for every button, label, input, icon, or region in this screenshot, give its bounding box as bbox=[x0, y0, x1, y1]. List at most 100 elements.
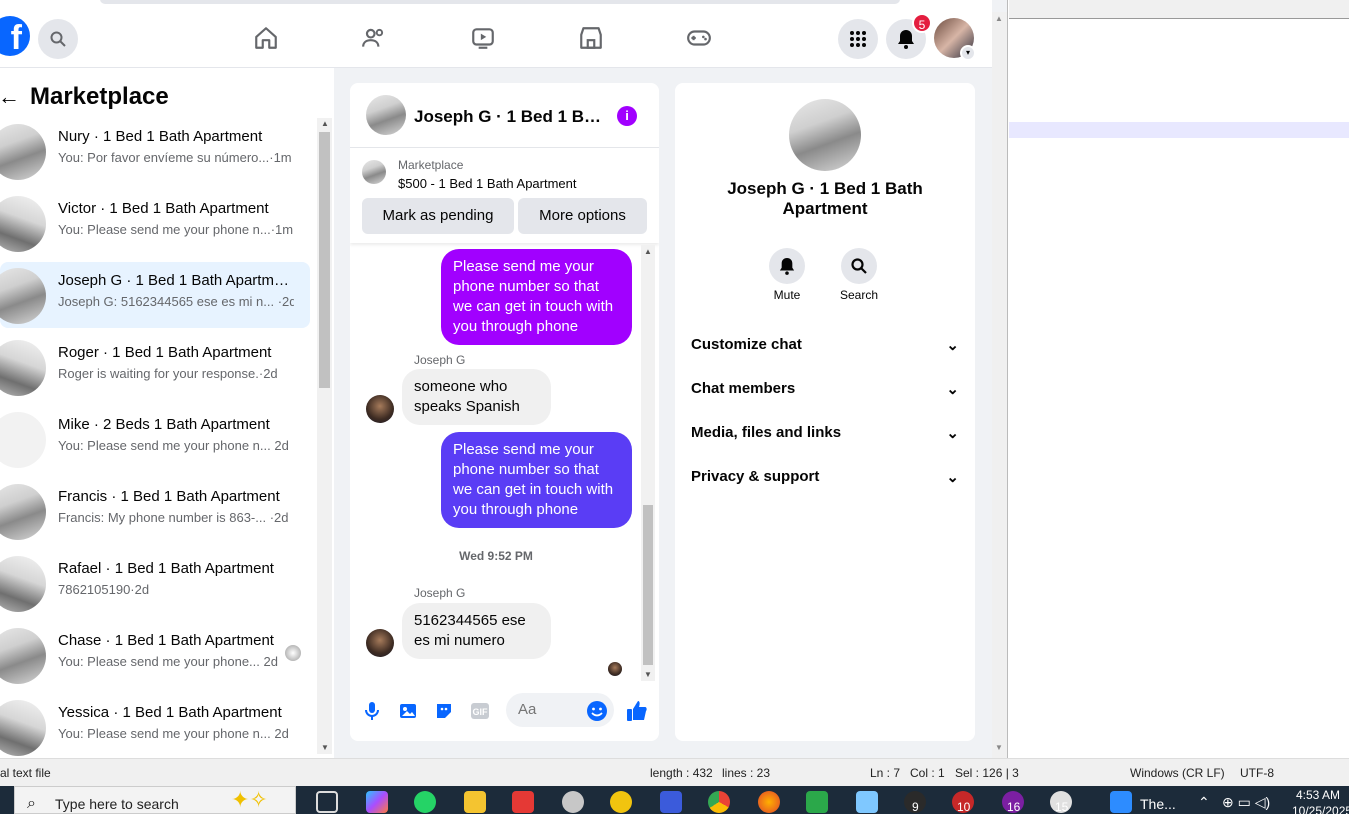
marketplace-icon[interactable] bbox=[577, 24, 605, 52]
friends-icon[interactable] bbox=[360, 24, 388, 52]
conversation-item[interactable]: Roger · 1 Bed 1 Bath Apartment Roger is … bbox=[0, 334, 310, 400]
conversation-name: Yessica · 1 Bed 1 Bath Apartment bbox=[58, 704, 282, 721]
mark-pending-button[interactable]: Mark as pending bbox=[362, 198, 514, 234]
conversation-name: Francis · 1 Bed 1 Bath Apartment bbox=[58, 488, 280, 505]
incoming-message[interactable]: 5162344565 ese es mi numero bbox=[402, 603, 551, 659]
back-arrow-icon[interactable]: ← bbox=[0, 84, 20, 110]
excel-icon[interactable] bbox=[806, 791, 828, 813]
conversation-preview: 7862105190·2d bbox=[58, 582, 150, 597]
file-explorer-icon[interactable] bbox=[464, 791, 486, 813]
conversation-preview: You: Please send me your phone... 2d bbox=[58, 654, 278, 669]
sticker-icon[interactable] bbox=[433, 700, 455, 722]
sidebar-scrollbar-thumb[interactable] bbox=[319, 132, 330, 388]
selection-info: Sel : 126 | 3 bbox=[955, 766, 1019, 780]
listing-price[interactable]: $500 - 1 Bed 1 Bath Apartment bbox=[398, 176, 577, 191]
conversation-item[interactable]: Yessica · 1 Bed 1 Bath Apartment You: Pl… bbox=[0, 694, 310, 758]
listing-thumbnail bbox=[0, 124, 46, 180]
mute-button[interactable]: Mute bbox=[757, 248, 817, 302]
section-chat-members[interactable]: Chat members ⌄ bbox=[691, 380, 959, 404]
section-label: Customize chat bbox=[691, 336, 802, 353]
app-icon[interactable] bbox=[562, 791, 584, 813]
chevron-down-icon[interactable]: ▾ bbox=[960, 45, 976, 61]
clock-date[interactable]: 10/25/2025 bbox=[1292, 804, 1349, 818]
conversation-item[interactable]: Chase · 1 Bed 1 Bath Apartment You: Plea… bbox=[0, 622, 310, 688]
conversation-name: Nury · 1 Bed 1 Bath Apartment bbox=[58, 128, 263, 145]
marketplace-sidebar: ← Marketplace Nury · 1 Bed 1 Bath Apartm… bbox=[0, 68, 334, 758]
info-icon[interactable]: i bbox=[617, 106, 637, 126]
section-label: Privacy & support bbox=[691, 468, 820, 485]
encoding[interactable]: UTF-8 bbox=[1240, 766, 1274, 780]
microphone-icon[interactable] bbox=[361, 700, 383, 722]
bell-icon bbox=[779, 258, 795, 275]
gaming-icon[interactable] bbox=[685, 24, 713, 52]
section-label: Media, files and links bbox=[691, 424, 842, 441]
more-options-button[interactable]: More options bbox=[518, 198, 647, 234]
chat-scrollbar-thumb[interactable] bbox=[643, 505, 653, 665]
whatsapp-icon[interactable] bbox=[414, 791, 436, 813]
conversation-item[interactable]: Nury · 1 Bed 1 Bath Apartment You: Por f… bbox=[0, 118, 310, 184]
firefox-icon[interactable] bbox=[758, 791, 780, 813]
facebook-logo[interactable]: f bbox=[0, 16, 30, 57]
listing-thumbnail bbox=[0, 196, 46, 252]
clock-time[interactable]: 4:53 AM bbox=[1296, 788, 1340, 802]
chat-avatar-large bbox=[789, 99, 861, 171]
svg-text:GIF: GIF bbox=[473, 707, 489, 717]
sparkle-icon: ✦✧ bbox=[231, 787, 268, 812]
window-scrollbar[interactable]: ▲ ▼ bbox=[992, 12, 1007, 758]
conversation-item-active[interactable]: Joseph G · 1 Bed 1 Bath Apartme... Josep… bbox=[0, 262, 310, 328]
editor-tabbar bbox=[1009, 0, 1349, 18]
listing-thumbnail[interactable] bbox=[362, 160, 386, 184]
emoji-icon[interactable] bbox=[586, 700, 608, 722]
home-icon[interactable] bbox=[252, 24, 280, 52]
notepad-icon[interactable] bbox=[856, 791, 878, 813]
taskbar-app-label[interactable]: The... bbox=[1140, 796, 1176, 812]
chevron-up-icon[interactable]: ⌃ bbox=[1198, 794, 1210, 811]
editor-background[interactable] bbox=[1009, 0, 1349, 758]
conversation-preview: Roger is waiting for your response.·2d bbox=[58, 366, 278, 381]
mute-label: Mute bbox=[773, 288, 801, 302]
photo-icon[interactable] bbox=[397, 700, 419, 722]
section-media-files[interactable]: Media, files and links ⌄ bbox=[691, 424, 959, 448]
chat-title[interactable]: Joseph G · 1 Bed 1 Bat... bbox=[414, 107, 604, 127]
conversation-item[interactable]: Francis · 1 Bed 1 Bath Apartment Francis… bbox=[0, 478, 310, 544]
conversation-item[interactable]: Victor · 1 Bed 1 Bath Apartment You: Ple… bbox=[0, 190, 310, 256]
outgoing-message[interactable]: Please send me your phone number so that… bbox=[441, 249, 632, 345]
chevron-down-icon: ⌄ bbox=[946, 425, 959, 442]
chevron-down-icon: ⌄ bbox=[946, 381, 959, 398]
chrome-icon[interactable] bbox=[708, 791, 730, 813]
avatar[interactable] bbox=[366, 629, 394, 657]
section-label: Chat members bbox=[691, 380, 796, 397]
taskbar-search-text: Type here to search bbox=[55, 796, 179, 812]
menu-button[interactable] bbox=[838, 19, 878, 59]
section-privacy-support[interactable]: Privacy & support ⌄ bbox=[691, 468, 959, 492]
search-label: Search bbox=[839, 288, 879, 302]
anydesk-icon[interactable] bbox=[512, 791, 534, 813]
address-bar-fragment bbox=[100, 0, 900, 4]
search-button[interactable]: Search bbox=[829, 248, 889, 302]
line-number: Ln : 7 bbox=[870, 766, 901, 780]
watch-icon[interactable] bbox=[469, 24, 497, 52]
conversation-item[interactable]: Rafael · 1 Bed 1 Bath Apartment 78621051… bbox=[0, 550, 310, 616]
incoming-message[interactable]: someone who speaks Spanish bbox=[402, 369, 551, 425]
chevron-down-icon: ⌄ bbox=[946, 469, 959, 486]
conversation-item[interactable]: Mike · 2 Beds 1 Bath Apartment You: Plea… bbox=[0, 406, 310, 472]
app-icon[interactable] bbox=[610, 791, 632, 813]
chat-avatar[interactable] bbox=[366, 95, 406, 135]
outgoing-message[interactable]: Please send me your phone number so that… bbox=[441, 432, 632, 528]
eol-format[interactable]: Windows (CR LF) bbox=[1130, 766, 1225, 780]
taskbar-search[interactable]: ⌕ Type here to search ✦✧ bbox=[14, 786, 296, 814]
app-icon[interactable] bbox=[660, 791, 682, 813]
network-icon[interactable]: ⊕ ▭ ◁) bbox=[1222, 794, 1270, 811]
editor-divider bbox=[1009, 18, 1349, 19]
gif-icon[interactable]: GIF bbox=[469, 700, 491, 722]
sender-name: Joseph G bbox=[414, 586, 466, 600]
section-customize-chat[interactable]: Customize chat ⌄ bbox=[691, 336, 959, 360]
avatar[interactable] bbox=[366, 395, 394, 423]
search-button[interactable] bbox=[38, 19, 78, 59]
like-icon[interactable] bbox=[626, 700, 648, 722]
listing-thumbnail bbox=[0, 340, 46, 396]
zoom-icon[interactable] bbox=[1110, 791, 1132, 813]
copilot-icon[interactable] bbox=[366, 791, 388, 813]
task-view-icon[interactable] bbox=[316, 791, 338, 813]
message-list: Please send me your phone number so that… bbox=[350, 245, 659, 681]
